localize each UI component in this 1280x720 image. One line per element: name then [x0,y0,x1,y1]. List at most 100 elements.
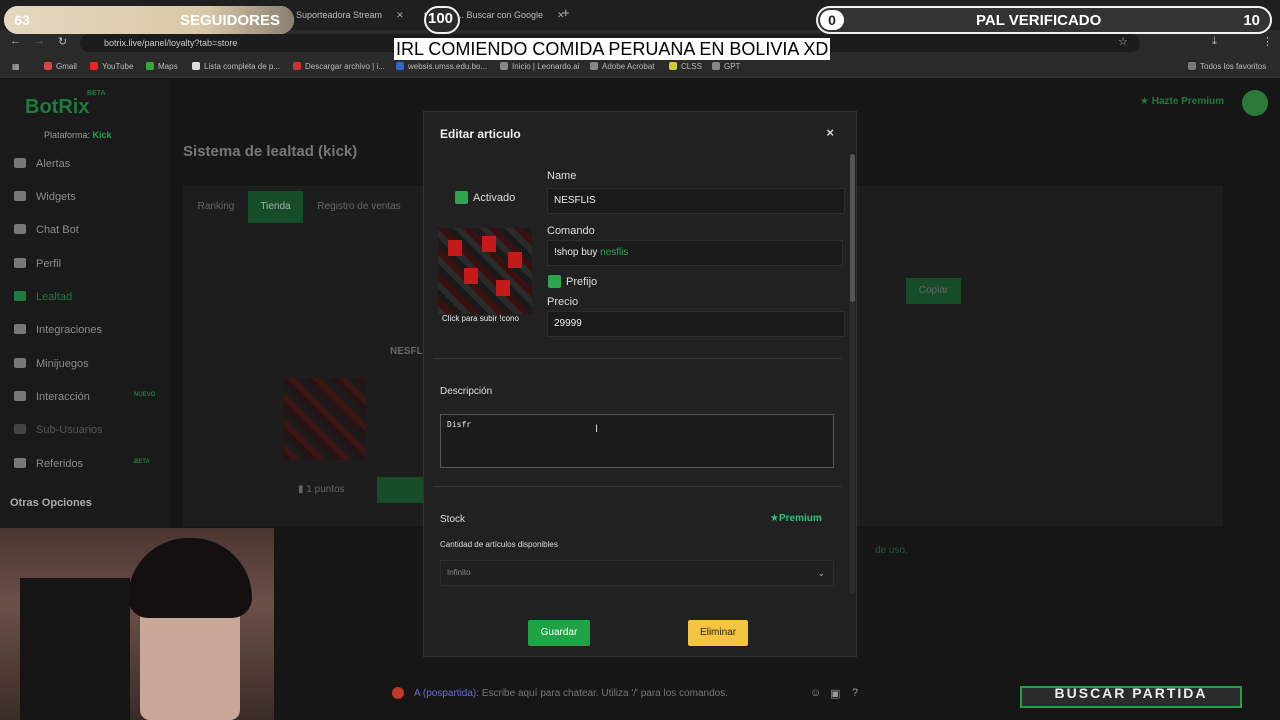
sidebar-item-referidos[interactable]: Referidos BETA [14,454,164,474]
menu-icon[interactable]: ⋮ [1262,35,1273,48]
sidebar-item-minijuegos[interactable]: Minijuegos [14,354,164,374]
bookmark-star-icon[interactable]: ☆ [1118,35,1128,48]
bookmark-item[interactable]: CLSS [669,61,702,73]
netflix-logo-shape [508,252,522,268]
buy-button[interactable] [377,477,425,503]
sidebar-item-integraciones[interactable]: Integraciones [14,320,164,340]
netflix-logo-shape [464,268,478,284]
bookmark-label: YouTube [102,62,134,71]
prefijo-checkbox[interactable] [548,275,561,288]
star-icon: ★ [770,513,779,524]
netflix-logo-shape [482,236,496,252]
bookmark-item[interactable]: Adobe Acrobat [590,61,654,73]
bookmark-item[interactable]: YouTube [90,61,133,73]
tab-ranking[interactable]: Ranking [186,191,246,223]
scrollbar-thumb[interactable] [850,154,855,302]
apps-icon[interactable]: ▦ [12,61,20,73]
item-icon-upload[interactable] [438,228,532,314]
emoji-icon[interactable]: ☺ [810,687,821,699]
close-tab-icon[interactable]: ✕ [396,10,404,20]
platform-value: Kick [92,130,112,140]
bookmark-item[interactable]: websis.umss.edu.bo... [396,61,487,73]
sidebar-item-chatbot[interactable]: Chat Bot [14,220,164,240]
new-tab-icon[interactable]: + [562,5,570,20]
tab-registro-ventas[interactable]: Registro de ventas [306,191,412,223]
bookmark-folder[interactable]: Todos los favoritos [1188,61,1266,73]
chat-input[interactable]: A (pospartida): Escribe aquí para chatea… [414,684,894,704]
chat-avatar [392,687,404,699]
platform-indicator: Plataforma: Kick [44,130,112,140]
store-item-image [284,378,366,460]
modal-title: Editar articulo [440,127,521,141]
stock-select[interactable]: Infinito ⌄ [440,560,834,586]
gamepad-icon [14,358,26,368]
botrix-logo[interactable]: BotRix [25,96,89,119]
browser-tab[interactable]: Suporteadora Stream ✕ [278,4,404,26]
sidebar-item-label: Lealtad [36,291,73,303]
music-icon [14,391,26,401]
delete-button[interactable]: Eliminar [688,620,748,646]
page-title: Sistema de lealtad (kick) [183,143,358,160]
reload-icon[interactable]: ↻ [58,35,67,48]
back-icon[interactable]: ← [10,35,21,47]
star-icon: ★ [1140,96,1149,107]
command-value: nesflis [600,247,629,258]
text-cursor-icon: I [595,423,599,435]
bookmark-item[interactable]: Maps [146,61,178,73]
sidebar-item-label: Sub-Usuarios [36,424,103,436]
beta-badge: BETA [87,90,106,97]
verified-goal: 10 [1243,12,1260,29]
download-icon[interactable]: ⤓ [1212,35,1217,48]
upload-hint: Click para subir !cono [442,314,519,323]
sidebar-item-lealtad[interactable]: Lealtad [14,287,164,307]
chat-user: A (pospartida): [414,688,480,699]
divider [434,486,842,487]
forward-icon[interactable]: → [34,35,45,47]
avatar[interactable] [1242,90,1268,116]
verified-count: 0 [820,10,844,30]
sidebar-item-perfil[interactable]: Perfil [14,254,164,274]
modal-scrollbar[interactable] [850,154,855,594]
stock-sublabel: Cantidad de artículos disponibles [440,540,558,549]
description-textarea[interactable]: Disfr [440,414,834,468]
alert-icon [14,158,26,168]
bookmark-item[interactable]: Gmail [44,61,77,73]
bookmark-item[interactable]: Descargar archivo | i... [293,61,385,73]
bookmark-label: Maps [158,62,178,71]
other-options-heading: Otras Opciones [10,497,92,509]
sidebar-item-widgets[interactable]: Widgets [14,187,164,207]
premium-link[interactable]: ★ Hazte Premium [1140,96,1224,107]
tab-tienda[interactable]: Tienda [248,191,303,223]
terms-footnote[interactable]: de uso. [875,545,908,556]
sidebar-item-alertas[interactable]: Alertas [14,154,164,174]
bookmark-item[interactable]: Lista completa de p... [192,61,280,73]
netflix-logo-shape [448,240,462,256]
bookmark-item[interactable]: Inicio | Leonardo.ai [500,61,579,73]
sidebar-item-subusuarios[interactable]: Sub-Usuarios [14,420,164,440]
save-button[interactable]: Guardar [528,620,590,646]
price-label: Precio [547,296,579,308]
sidebar-item-label: Perfil [36,258,62,270]
activado-checkbox[interactable] [455,191,468,204]
description-label: Descripción [440,386,493,397]
help-icon[interactable]: ? [852,687,858,699]
stock-value: Infinito [447,568,471,577]
find-match-button[interactable]: BUSCAR PARTIDA [1020,686,1242,708]
robot-icon [14,224,26,234]
webcam-feed [0,528,274,720]
bookmark-item[interactable]: GPT [712,61,740,73]
name-field[interactable]: NESFLIS [547,188,845,214]
command-field[interactable]: !shop buy nesflis [547,240,843,266]
price-field[interactable]: 29999 [547,311,845,337]
sidebar-item-label: Minijuegos [36,358,89,370]
bookmark-label: Descargar archivo | i... [305,62,385,71]
close-icon[interactable]: × [826,125,834,140]
followers-label: SEGUIDORES [180,12,281,29]
integrations-icon [14,324,26,334]
sidebar-item-interaccion[interactable]: Interacción NUEVO [14,387,164,407]
copy-button[interactable]: Copiar [906,278,961,304]
bookmark-label: Gmail [56,62,77,71]
gift-icon[interactable]: ▣ [830,687,840,700]
sidebar-item-label: Widgets [36,191,76,203]
bookmark-label: websis.umss.edu.bo... [408,62,488,71]
